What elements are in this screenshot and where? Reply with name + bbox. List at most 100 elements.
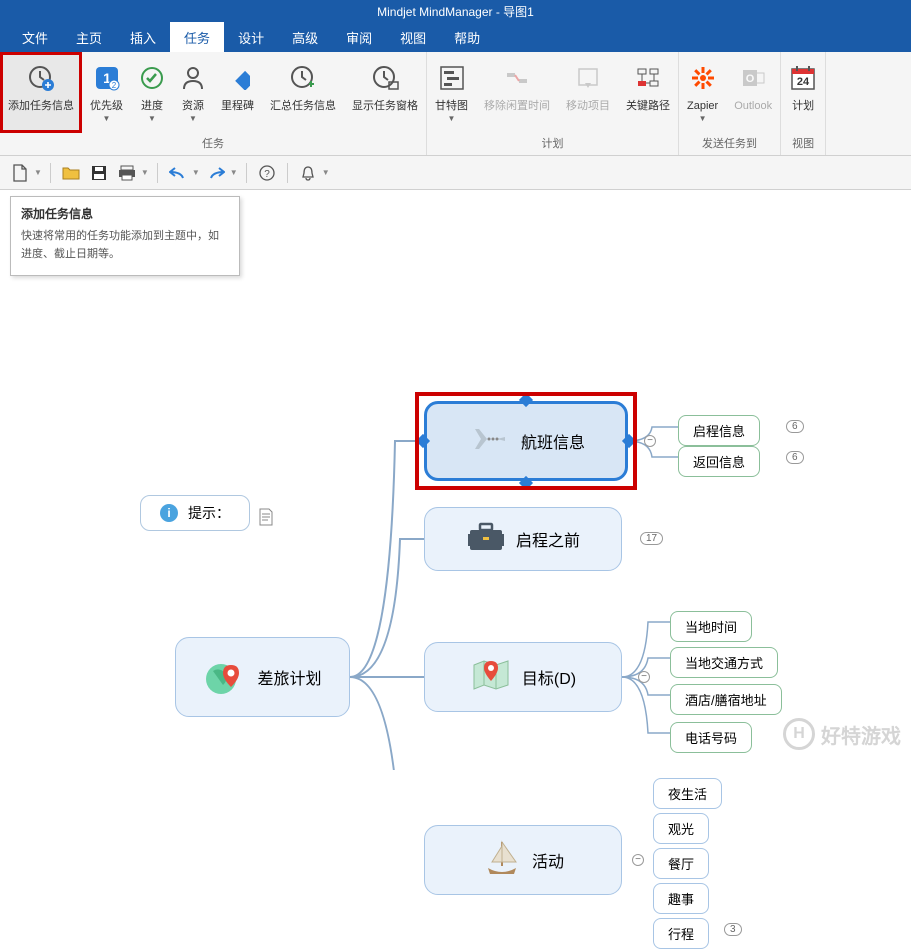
move-project-button[interactable]: 移动项目 [558,52,618,133]
gantt-label: 甘特图 [435,100,468,113]
leaf-hotel[interactable]: 酒店/膳宿地址 [670,684,782,715]
critical-path-button[interactable]: 关键路径 [618,52,678,133]
menu-file[interactable]: 文件 [8,22,62,52]
leaf-phone[interactable]: 电话号码 [670,722,752,753]
node-before-label: 启程之前 [516,527,580,551]
add-task-info-button[interactable]: 添加任务信息 [0,52,82,133]
leaf-sightseeing[interactable]: 观光 [653,813,709,844]
help-button[interactable]: ? [255,161,279,185]
node-tip[interactable]: i 提示： [140,495,250,531]
node-before-departure[interactable]: 启程之前 [424,507,622,571]
note-icon[interactable] [258,508,274,529]
group-send-label: 发送任务到 [679,133,780,155]
milestone-button[interactable]: 里程碑 [213,52,262,133]
selection-highlight [415,392,637,490]
priority-label: 优先级 [90,100,123,113]
watermark-icon: H [783,718,815,750]
summary-button[interactable]: 汇总任务信息 [262,52,344,133]
menu-review[interactable]: 审阅 [332,22,386,52]
zapier-button[interactable]: Zapier ▼ [679,52,726,133]
separator [50,163,51,183]
watermark: H 好特游戏 [783,718,901,750]
print-button[interactable] [115,161,139,185]
collapse-toggle[interactable]: − [632,854,644,866]
add-task-clock-icon [26,58,56,98]
svg-text:24: 24 [797,76,810,88]
new-doc-button[interactable] [8,161,32,185]
outlook-button[interactable]: O Outlook [726,52,780,133]
leaf-fun[interactable]: 趣事 [653,883,709,914]
menu-design[interactable]: 设计 [224,22,278,52]
node-root-label: 差旅计划 [257,665,321,689]
redo-button[interactable] [204,161,228,185]
dropdown-arrow-icon: ▼ [148,114,156,123]
progress-icon [139,58,165,98]
leaf-restaurant[interactable]: 餐厅 [653,848,709,879]
count-badge: 6 [786,420,804,433]
collapse-toggle[interactable]: − [644,435,656,447]
menu-view[interactable]: 视图 [386,22,440,52]
leaf-transport[interactable]: 当地交通方式 [670,647,778,678]
title-bar: Mindjet MindManager - 导图1 [0,0,911,22]
outlook-icon: O [740,58,766,98]
svg-text:O: O [746,73,755,85]
tooltip-title: 添加任务信息 [21,205,229,222]
show-panel-button[interactable]: 显示任务窗格 [344,52,426,133]
mindmap-canvas[interactable]: i 提示： 差旅计划 航班信息 − 启程信息 6 返回信息 6 启程之前 17 [0,190,911,770]
priority-button[interactable]: 12 优先级 ▼ [82,52,131,133]
svg-text:2: 2 [111,81,116,90]
node-target[interactable]: 目标(D) [424,642,622,712]
node-target-label: 目标(D) [522,665,576,689]
tooltip-body: 快速将常用的任务功能添加到主题中，如进度、截止日期等。 [21,228,229,263]
dropdown-arrow-icon[interactable]: ▼ [192,168,200,177]
dropdown-arrow-icon: ▼ [448,114,456,123]
zapier-label: Zapier [687,100,718,113]
remove-idle-label: 移除闲置时间 [484,100,550,113]
menu-help[interactable]: 帮助 [440,22,494,52]
separator [246,163,247,183]
dropdown-arrow-icon[interactable]: ▼ [34,168,42,177]
critical-path-label: 关键路径 [626,100,670,113]
save-button[interactable] [87,161,111,185]
open-button[interactable] [59,161,83,185]
info-icon: i [160,504,178,522]
gantt-button[interactable]: 甘特图 ▼ [427,52,476,133]
leaf-return-info[interactable]: 返回信息 [678,446,760,477]
remove-idle-icon [504,58,530,98]
zapier-icon [690,58,716,98]
add-task-label: 添加任务信息 [8,100,74,113]
leaf-localtime[interactable]: 当地时间 [670,611,752,642]
dropdown-arrow-icon[interactable]: ▼ [230,168,238,177]
resource-button[interactable]: 资源 ▼ [173,52,213,133]
leaf-itinerary[interactable]: 行程 [653,918,709,949]
leaf-nightlife[interactable]: 夜生活 [653,778,722,809]
menu-advanced[interactable]: 高级 [278,22,332,52]
dropdown-arrow-icon[interactable]: ▼ [322,168,330,177]
person-icon [181,58,205,98]
undo-button[interactable] [166,161,190,185]
remove-idle-button[interactable]: 移除闲置时间 [476,52,558,133]
progress-button[interactable]: 进度 ▼ [131,52,173,133]
collapse-toggle[interactable]: − [638,671,650,683]
leaf-depart-info[interactable]: 启程信息 [678,415,760,446]
group-tasks-label: 任务 [0,133,426,155]
critical-path-icon [635,58,661,98]
count-badge: 6 [786,451,804,464]
menu-tasks[interactable]: 任务 [170,22,224,52]
dropdown-arrow-icon[interactable]: ▼ [141,168,149,177]
briefcase-icon [466,520,506,559]
menu-insert[interactable]: 插入 [116,22,170,52]
plan-button[interactable]: 24 计划 [781,52,825,133]
node-root[interactable]: 差旅计划 [175,637,350,717]
gantt-icon [439,58,465,98]
notifications-button[interactable] [296,161,320,185]
count-badge: 3 [724,923,742,936]
window-title: Mindjet MindManager - 导图1 [377,3,534,20]
calendar-icon: 24 [789,58,817,98]
menu-home[interactable]: 主页 [62,22,116,52]
plan-label: 计划 [792,100,814,113]
quick-access-toolbar: ▼ ▼ ▼ ▼ ? ▼ [0,156,911,190]
show-panel-label: 显示任务窗格 [352,100,418,113]
separator [157,163,158,183]
node-activity[interactable]: 活动 [424,825,622,895]
